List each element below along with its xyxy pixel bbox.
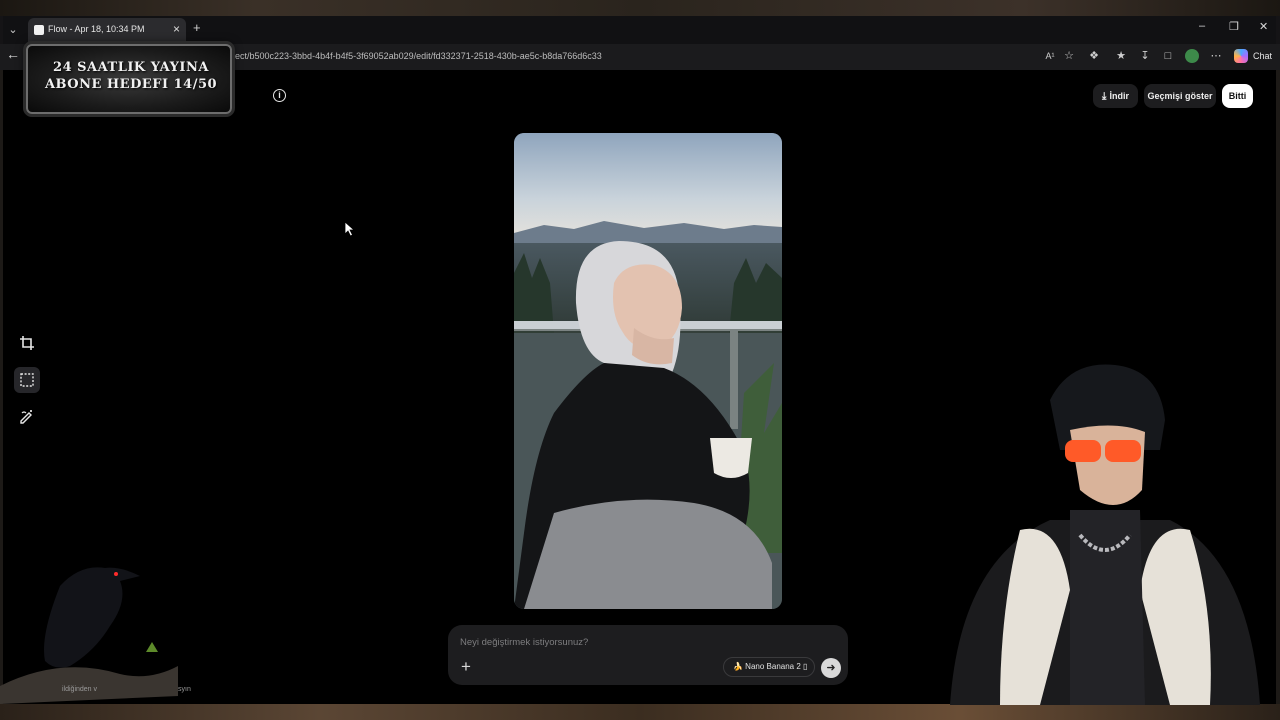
show-history-button[interactable]: Geçmişi göster [1144,84,1216,108]
prompt-input[interactable] [460,634,830,650]
download-icon: ⤓ [1102,91,1107,102]
prompt-composer: + 🍌 Nano Banana 2 ▯ ➜ [448,625,848,685]
send-arrow-icon[interactable]: ➜ [821,658,841,678]
chat-label[interactable]: Chat [1253,51,1272,61]
read-aloud-icon[interactable]: A¹ [1043,49,1057,63]
screen: ⌄ Flow - Apr 18, 10:34 PM × + – ❐ ✕ ← oj… [0,0,1280,720]
favorite-icon[interactable]: ☆ [1062,49,1076,63]
portrait-image [514,133,782,609]
edited-photo [514,133,782,609]
extensions-icon[interactable]: ❖ [1087,49,1101,63]
close-icon[interactable]: × [173,22,180,36]
add-attachment-icon[interactable]: + [458,658,474,675]
download-button[interactable]: ⤓ İndir [1093,84,1138,108]
url-text: oject/b500c223-3bbd-4b4f-b4f5-3f69052ab0… [228,51,602,61]
address-bar[interactable]: oject/b500c223-3bbd-4b4f-b4f5-3f69052ab0… [222,47,1032,65]
crow-overlay-icon [0,567,178,704]
profile-icon[interactable] [1185,49,1199,63]
background-frame-bottom [0,704,1280,720]
restore-icon[interactable]: ❐ [1229,20,1239,33]
background-frame-right [1276,16,1280,704]
overlay-caption-right: syın [178,686,191,693]
streamer-avatar-overlay [950,364,1260,705]
draw-edit-tool[interactable] [14,404,40,430]
crop-tool[interactable] [14,330,40,356]
model-selector[interactable]: 🍌 Nano Banana 2 ▯ [723,657,815,677]
tab-strip [0,16,1280,44]
banner-line-1: 24 SAATLIK YAYINA [53,60,209,75]
crop-icon [20,336,34,350]
mouse-cursor-icon [344,221,356,237]
more-icon[interactable]: ⋯ [1209,49,1223,63]
background-frame-top [0,0,1280,16]
download-label: İndir [1109,91,1129,101]
info-icon[interactable]: i [273,89,286,102]
banner-line-2: ABONE HEDEFI 14/50 [44,77,218,92]
stream-goal-banner: 24 SAATLIK YAYINA ABONE HEDEFI 14/50 [26,44,232,114]
tab-list-icon[interactable]: ⌄ [4,20,22,40]
minimize-icon[interactable]: – [1199,20,1205,32]
select-area-icon [20,373,34,387]
screenshot-icon[interactable]: □ [1161,49,1175,63]
select-area-tool[interactable] [14,367,40,393]
new-tab-icon[interactable]: + [193,20,201,35]
favorites-icon[interactable]: ★ [1114,49,1128,63]
window-close-icon[interactable]: ✕ [1259,20,1268,33]
favicon-icon [34,25,44,35]
done-button[interactable]: Bitti [1222,84,1253,108]
downloads-icon[interactable]: ↧ [1138,49,1152,63]
overlay-caption-left: ildiğinden v [62,686,98,693]
back-icon[interactable]: ← [6,46,20,62]
browser-tab[interactable]: Flow - Apr 18, 10:34 PM × [28,18,186,42]
copilot-icon[interactable] [1234,49,1248,63]
tab-title: Flow - Apr 18, 10:34 PM [48,24,145,34]
draw-edit-icon [20,410,32,424]
